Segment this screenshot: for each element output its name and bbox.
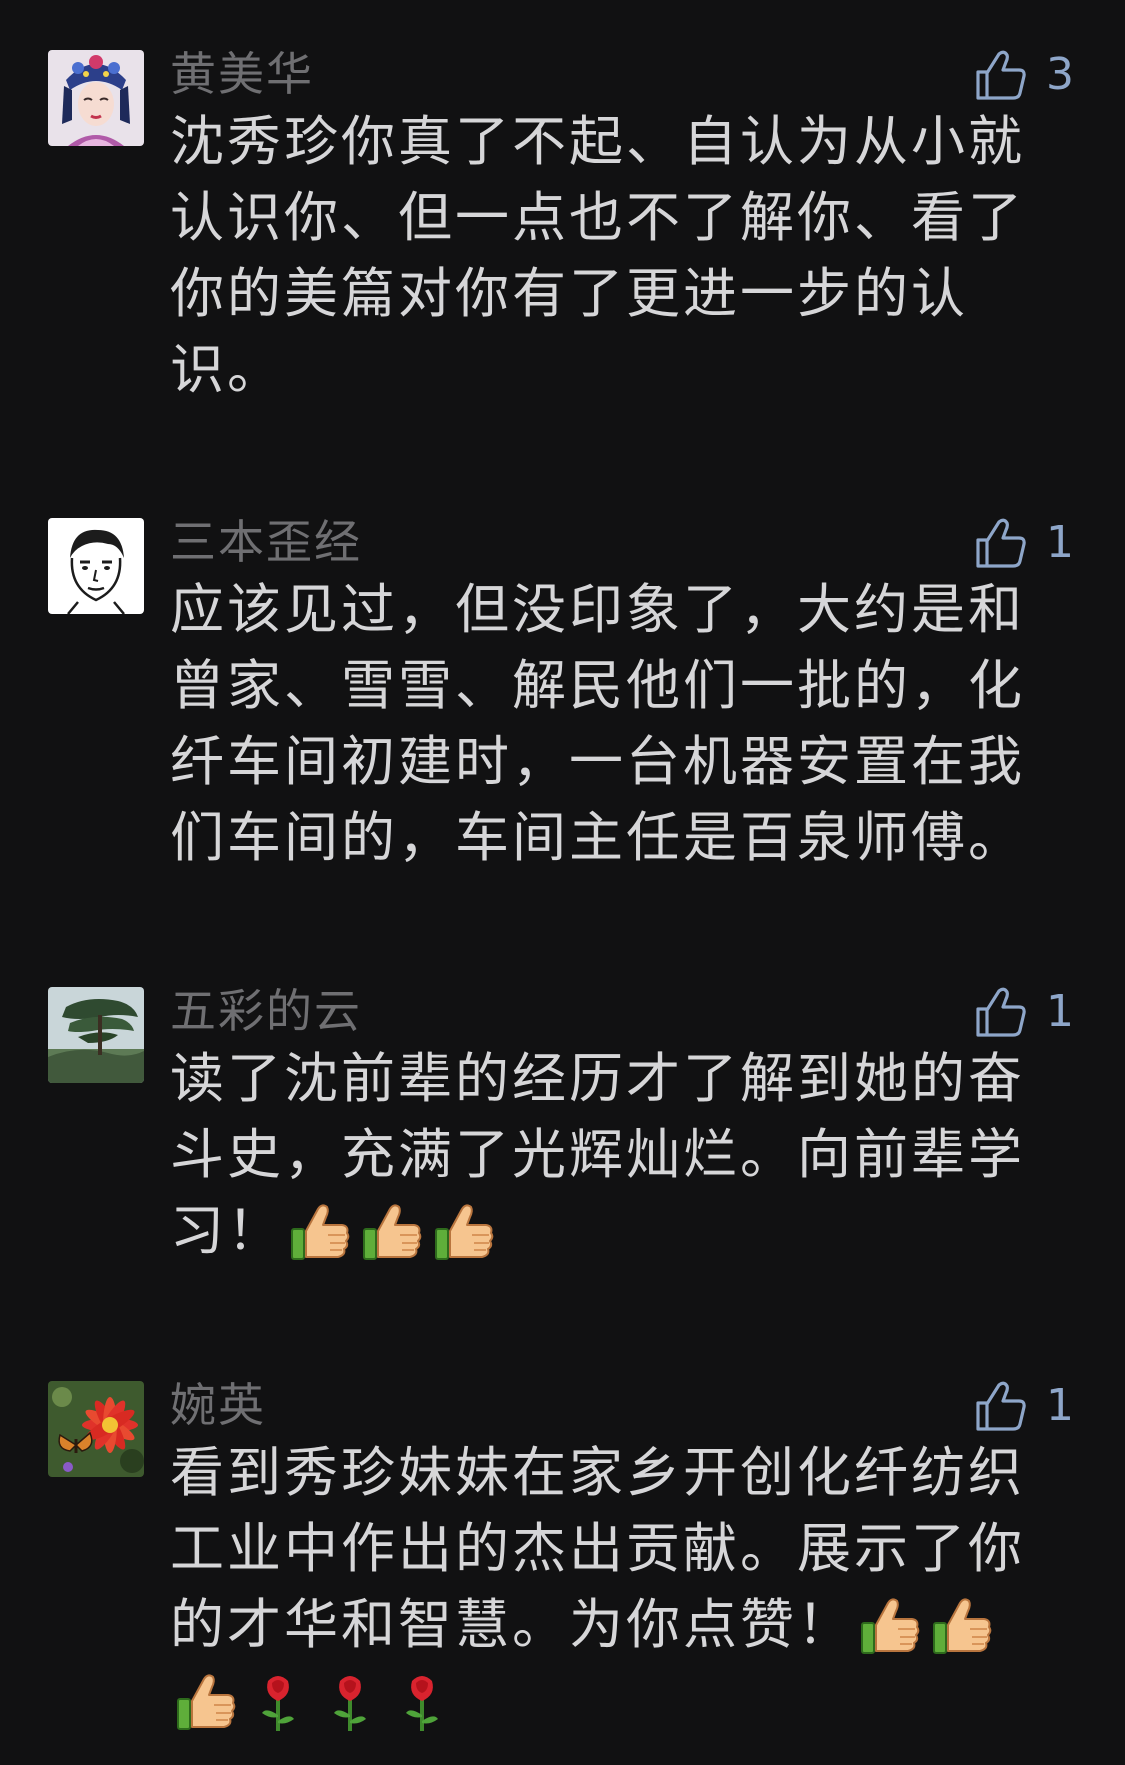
thumbs-up-icon — [976, 518, 1026, 568]
rose-emoji — [390, 1669, 454, 1733]
like-button[interactable]: 1 — [974, 979, 1114, 1049]
rose-emoji — [318, 1669, 382, 1733]
comment-text: 读了沈前辈的经历才了解到她的奋斗史，充满了光辉灿烂。向前辈学习！ — [170, 1041, 1040, 1269]
avatar[interactable] — [48, 987, 144, 1083]
thumbs-up-icon — [976, 1381, 1026, 1431]
avatar[interactable] — [48, 50, 144, 146]
like-count: 1 — [1046, 1380, 1074, 1431]
like-count: 1 — [1046, 517, 1074, 568]
pine-tree-landscape-icon — [48, 987, 144, 1083]
thumbs-up-emoji — [288, 1199, 352, 1263]
avatar[interactable] — [48, 518, 144, 614]
like-button[interactable]: 3 — [974, 42, 1114, 112]
thumbs-up-icon — [976, 50, 1026, 100]
comment-text: 看到秀珍妹妹在家乡开创化纤纺织工业中作出的杰出贡献。展示了你的才华和智慧。为你点… — [170, 1435, 1040, 1739]
comment-author[interactable]: 黄美华 — [170, 44, 314, 104]
comment-author[interactable]: 三本歪经 — [170, 512, 362, 572]
thumbs-up-emoji — [858, 1593, 922, 1657]
sketch-face-portrait-icon — [48, 518, 144, 614]
comment-author[interactable]: 婉英 — [170, 1375, 266, 1435]
comment-text-content: 应该见过，但没印象了，大约是和曾家、雪雪、解民他们一批的，化纤车间初建时，一台机… — [170, 578, 1025, 869]
thumbs-up-icon — [976, 987, 1026, 1037]
comment-author[interactable]: 五彩的云 — [170, 981, 362, 1041]
red-flower-butterfly-icon — [48, 1381, 144, 1477]
thumbs-up-emoji — [174, 1669, 238, 1733]
like-count: 1 — [1046, 986, 1074, 1037]
like-button[interactable]: 1 — [974, 510, 1114, 580]
comment-text: 应该见过，但没印象了，大约是和曾家、雪雪、解民他们一批的，化纤车间初建时，一台机… — [170, 572, 1040, 876]
thumbs-up-emoji — [930, 1593, 994, 1657]
comment-text-content: 沈秀珍你真了不起、自认为从小就认识你、但一点也不了解你、看了你的美篇对你有了更进… — [170, 110, 1025, 401]
rose-emoji — [246, 1669, 310, 1733]
comment-text: 沈秀珍你真了不起、自认为从小就认识你、但一点也不了解你、看了你的美篇对你有了更进… — [170, 104, 1040, 408]
opera-headdress-portrait-icon — [48, 50, 144, 146]
thumbs-up-emoji — [360, 1199, 424, 1263]
like-button[interactable]: 1 — [974, 1373, 1114, 1443]
thumbs-up-emoji — [432, 1199, 496, 1263]
avatar[interactable] — [48, 1381, 144, 1477]
like-count: 3 — [1046, 49, 1074, 100]
